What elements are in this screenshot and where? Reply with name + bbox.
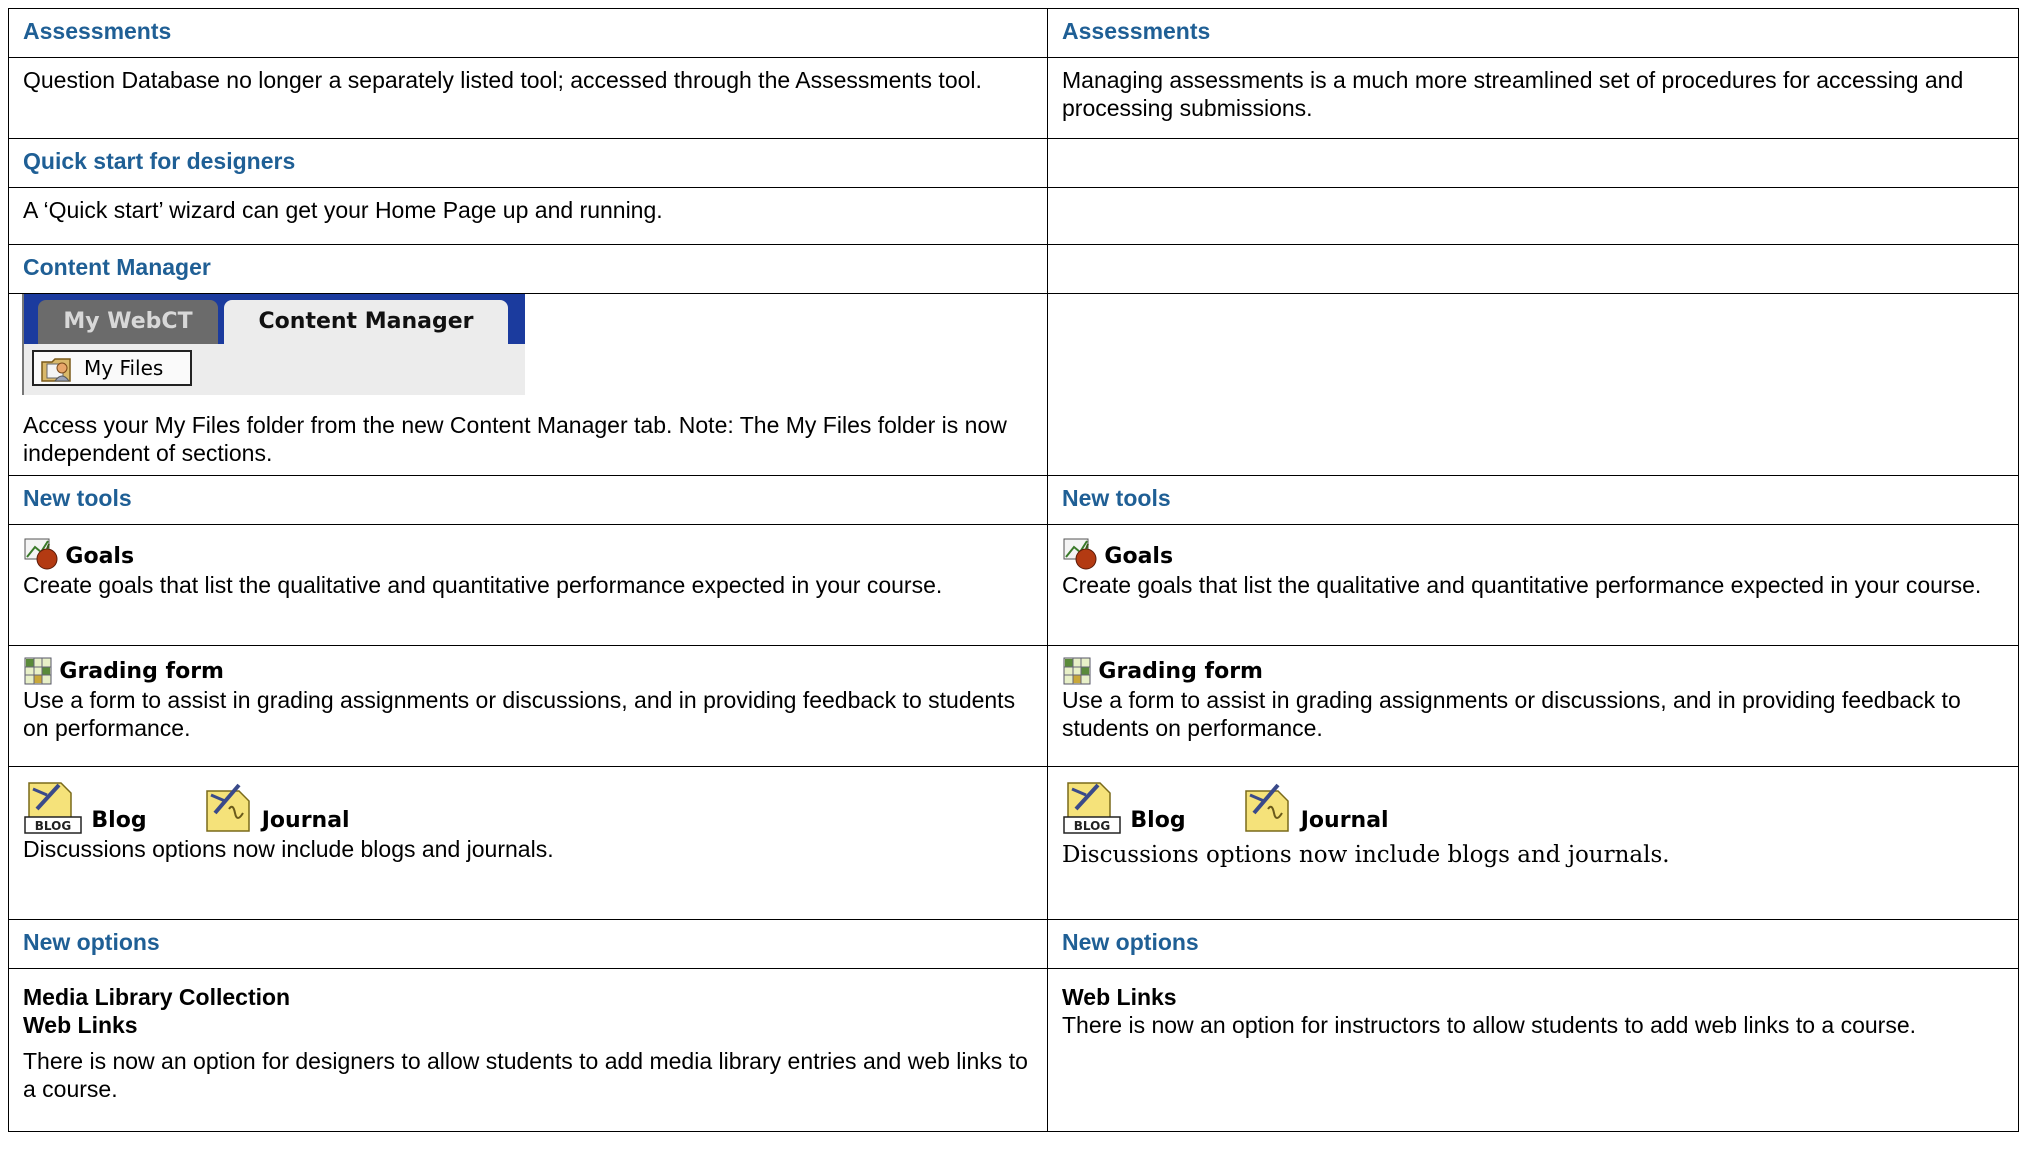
left-cell: BLOG Blog Journal Discussions options no… [8, 766, 1048, 920]
tool-title: Goals [23, 535, 1033, 571]
left-cell: Quick start for designers [8, 138, 1048, 188]
left-cell: Grading form Use a form to assist in gra… [8, 645, 1048, 767]
right-cell-empty [1047, 293, 2019, 476]
blog-icon: BLOG [24, 782, 82, 834]
table-row: Grading form Use a form to assist in gra… [8, 645, 2019, 767]
table-row: Assessments Assessments [8, 8, 2019, 58]
svg-text:BLOG: BLOG [1074, 819, 1110, 833]
body-text: Use a form to assist in grading assignme… [1062, 687, 1961, 741]
option-name: Web Links [1062, 984, 1177, 1010]
section-header: Quick start for designers [23, 148, 296, 174]
tab-content-manager: Content Manager [224, 300, 508, 346]
body-text: Create goals that list the qualitative a… [23, 572, 943, 598]
tool-title: BLOG Blog Journal [23, 779, 1033, 835]
left-cell: Content Manager [8, 244, 1048, 294]
table-row: Goals Create goals that list the qualita… [8, 524, 2019, 646]
table-row: A ‘Quick start’ wizard can get your Home… [8, 187, 2019, 245]
left-cell: Goals Create goals that list the qualita… [8, 524, 1048, 646]
left-cell: New tools [8, 475, 1048, 525]
tool-title: Grading form [23, 656, 1033, 686]
right-cell: Web Links There is now an option for ins… [1047, 968, 2019, 1132]
grading-form-title: Grading form [1098, 659, 1263, 684]
table-row: New tools New tools [8, 475, 2019, 525]
goals-title: Goals [1104, 544, 1174, 569]
goals-apple-icon [24, 538, 58, 570]
my-files-button: My Files [32, 350, 192, 386]
left-cell: A ‘Quick start’ wizard can get your Home… [8, 187, 1048, 245]
table-row: Media Library Collection Web Links There… [8, 968, 2019, 1132]
body-text: Question Database no longer a separately… [23, 67, 982, 93]
journal-icon [206, 783, 251, 832]
goals-title: Goals [65, 544, 135, 569]
section-header: Content Manager [23, 254, 211, 280]
tab-my-webct: My WebCT [38, 300, 218, 344]
option-name: Web Links [23, 1012, 138, 1038]
table-row: My WebCT Content Manager My Files Access… [8, 293, 2019, 476]
table-row: Question Database no longer a separately… [8, 57, 2019, 139]
left-cell: Assessments [8, 8, 1048, 58]
left-cell: Question Database no longer a separately… [8, 57, 1048, 139]
body-text: There is now an option for designers to … [23, 1048, 1028, 1102]
grading-form-grid-icon [24, 657, 52, 685]
grading-form-grid-icon [1063, 657, 1091, 685]
body-text: Discussions options now include blogs an… [1062, 842, 1670, 868]
right-cell-empty [1047, 187, 2019, 245]
content-manager-screenshot: My WebCT Content Manager My Files [22, 294, 525, 395]
grading-form-title: Grading form [59, 659, 224, 684]
right-cell: Assessments [1047, 8, 2019, 58]
body-text: A ‘Quick start’ wizard can get your Home… [23, 197, 663, 223]
right-cell: New tools [1047, 475, 2019, 525]
tool-title: Goals [1062, 535, 2004, 571]
body-text: There is now an option for instructors t… [1062, 1012, 1916, 1038]
comparison-table: Assessments Assessments Question Databas… [8, 8, 2019, 1132]
option-name: Media Library Collection [23, 984, 291, 1010]
body-text: Use a form to assist in grading assignme… [23, 687, 1016, 741]
blog-title: Blog [91, 808, 147, 833]
body-text: Discussions options now include blogs an… [23, 836, 554, 862]
svg-text:BLOG: BLOG [35, 819, 71, 833]
table-row: BLOG Blog Journal Discussions options no… [8, 766, 2019, 920]
left-cell: My WebCT Content Manager My Files Access… [8, 293, 1048, 476]
my-files-label: My Files [84, 356, 164, 380]
section-header: Assessments [1062, 18, 1211, 44]
section-header: New options [23, 929, 160, 955]
blog-icon: BLOG [1063, 782, 1121, 834]
tool-title: Grading form [1062, 656, 2004, 686]
left-cell: Media Library Collection Web Links There… [8, 968, 1048, 1132]
table-row: Content Manager [8, 244, 2019, 294]
right-cell: Grading form Use a form to assist in gra… [1047, 645, 2019, 767]
right-cell: BLOG Blog Journal Discussions options no… [1047, 766, 2019, 920]
section-header: New tools [1062, 485, 1171, 511]
body-text: Access your My Files folder from the new… [23, 412, 1007, 466]
right-cell-empty [1047, 244, 2019, 294]
section-header: Assessments [23, 18, 172, 44]
journal-title: Journal [1300, 808, 1389, 833]
body-text: Create goals that list the qualitative a… [1062, 572, 1982, 598]
right-cell-empty [1047, 138, 2019, 188]
journal-icon [1245, 783, 1290, 832]
table-row: New options New options [8, 919, 2019, 969]
my-files-folder-icon [41, 358, 71, 382]
table-row: Quick start for designers [8, 138, 2019, 188]
section-header: New tools [23, 485, 132, 511]
body-text: Managing assessments is a much more stre… [1062, 67, 1964, 121]
left-cell: New options [8, 919, 1048, 969]
right-cell: Goals Create goals that list the qualita… [1047, 524, 2019, 646]
goals-apple-icon [1063, 538, 1097, 570]
journal-title: Journal [261, 808, 350, 833]
right-cell: New options [1047, 919, 2019, 969]
tool-title: BLOG Blog Journal [1062, 779, 2004, 835]
section-header: New options [1062, 929, 1199, 955]
right-cell: Managing assessments is a much more stre… [1047, 57, 2019, 139]
blog-title: Blog [1130, 808, 1186, 833]
